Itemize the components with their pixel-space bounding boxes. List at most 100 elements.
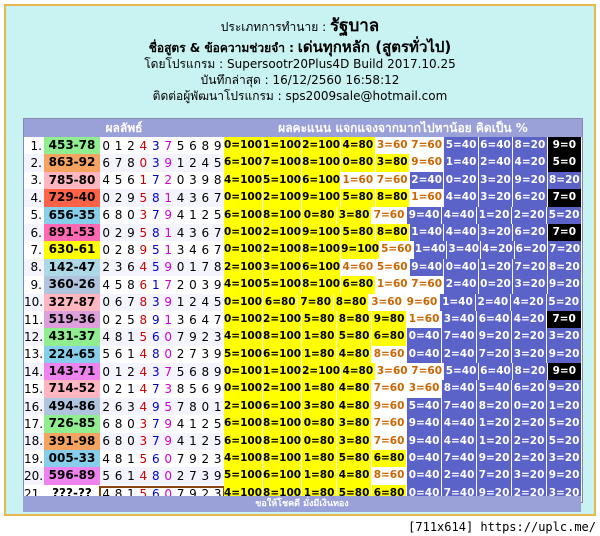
digit: 9: [213, 382, 222, 397]
score-cell: 2=20: [512, 432, 547, 451]
digit: 8: [139, 312, 148, 327]
score-cell: 8=20: [547, 171, 582, 190]
digit: 7: [164, 364, 172, 379]
score-cell: 0=40: [407, 467, 442, 485]
score-cell: 0=100: [224, 189, 263, 207]
digit-sequence: 4815607923: [100, 330, 224, 344]
table-row: 12. 431-37 4 8 1 5 6 0 7 9 2 3 4=100 8=100 1=80 5=80 6=8…: [24, 328, 582, 346]
digit: 0: [176, 260, 185, 275]
digit: 4: [176, 190, 185, 205]
score-cell: 8=40: [442, 380, 477, 398]
digit: 7: [213, 243, 222, 258]
digit: 0: [189, 277, 197, 292]
score-cell: 5=100: [224, 345, 263, 364]
digit: 9: [213, 138, 222, 153]
score-cell: 2=20: [512, 328, 547, 346]
score-list: 4=100 5=100 8=100 6=80 1=60 7=60 2=40 0=20 3=20 9…: [224, 276, 582, 294]
digit: 1: [176, 156, 185, 171]
score-cell: 9=80: [372, 310, 407, 329]
score-cell: 0=20: [444, 171, 478, 190]
digit: 3: [151, 364, 160, 379]
score-cell: 4=20: [513, 154, 547, 172]
score-list: 0=100 6=80 7=80 8=80 3=60 9=60 1=40 2=40 4=20 5=2…: [224, 293, 582, 311]
digit: 2: [102, 260, 111, 275]
score-cell: 7=80: [298, 293, 333, 311]
digit: 3: [189, 190, 197, 205]
score-cell: 5=100: [224, 467, 263, 485]
report-header: ประเภทการทำนาย : รัฐบาล ชื่อสูตร & ข้อคว…: [6, 18, 594, 104]
row-number: 10.: [24, 295, 44, 310]
digit: 8: [189, 399, 197, 414]
digit: 6: [151, 329, 160, 344]
score-cell: 0=100: [224, 380, 263, 398]
digit: 6: [151, 451, 160, 466]
score-list: 4=100 8=100 1=80 5=80 6=80 0=40 7=40 9=20 2=20 3=…: [224, 328, 582, 346]
row-number: 5.: [30, 208, 42, 223]
digit: 3: [139, 208, 148, 223]
table-row: 7. 630-61 0 2 8 9 5 1 3 4 6 7 0=100 2=100 8=100 9=100 5=…: [24, 241, 582, 259]
score-cell: 4=80: [341, 363, 375, 381]
score-cell: 4=60: [341, 258, 375, 277]
score-cell: 4=40: [442, 415, 477, 433]
score-cell: 1=20: [547, 397, 582, 416]
digit: 7: [151, 434, 160, 449]
table-row: 14. 143-71 0 1 2 4 3 7 5 6 8 9 0=100 1=100 2=100 4=80 3=…: [24, 363, 582, 381]
score-list: 0=100 2=100 1=80 4=80 7=60 3=60 8=40 5=40 6=20 9=…: [224, 380, 582, 398]
digit: 1: [164, 225, 172, 240]
score-cell: 5=100: [263, 276, 302, 294]
digit: 2: [114, 190, 123, 205]
score-cell: 8=100: [263, 450, 302, 468]
result-code: 431-37: [44, 328, 100, 346]
score-cell: 3=20: [512, 345, 547, 364]
row-number: 15.: [24, 382, 44, 397]
digit: 2: [114, 382, 123, 397]
row-number: 13.: [24, 347, 44, 362]
score-cell: 4=40: [442, 432, 477, 451]
score-cell: 6=100: [302, 258, 341, 277]
result-code: 453-78: [44, 137, 100, 155]
score-cell: 0=40: [407, 345, 442, 364]
score-cell: 6=80: [341, 276, 375, 294]
digit: 5: [213, 156, 222, 171]
score-cell: 7=60: [372, 206, 407, 224]
digit: 9: [164, 434, 172, 449]
digit: 0: [164, 451, 172, 466]
table-row: 15. 714-52 0 2 1 4 7 3 8 5 6 9 0=100 2=100 1=80 4=80 7=6…: [24, 380, 582, 398]
row-number: 16.: [24, 399, 44, 414]
score-cell: 1=80: [302, 380, 337, 398]
table-row: 8. 142-47 2 3 6 4 5 9 0 1 7 8 2=100 3=100 6=100 4=60 5=6…: [24, 258, 582, 277]
program-line: โดยโปรแกรม : Supersootr20Plus4D Build 20…: [144, 57, 456, 71]
score-cell: 9=0: [547, 137, 582, 155]
score-cell: 4=80: [337, 397, 372, 416]
row-number: 3.: [30, 173, 42, 188]
score-cell: 9=20: [547, 276, 582, 294]
digit: 5: [127, 312, 135, 327]
score-cell: 8=20: [513, 137, 547, 155]
score-cell: 8=80: [337, 310, 372, 329]
digit: 0: [139, 156, 148, 171]
score-cell: 8=100: [302, 241, 341, 259]
score-cell: 4=80: [337, 345, 372, 364]
digit: 3: [213, 451, 222, 466]
table-row: 10. 327-87 0 6 7 8 3 9 1 2 4 5 0=100 6=80 7=80 8=80 3=60…: [24, 293, 582, 311]
digit: 5: [114, 277, 123, 292]
digit: 0: [102, 225, 111, 240]
digit: 9: [151, 399, 160, 414]
digit: 9: [139, 243, 148, 258]
score-cell: 3=20: [513, 276, 547, 294]
table-row: 18. 391-98 6 8 0 3 7 9 4 1 2 5 6=100 8=100 0=80 3=80 7=6…: [24, 432, 582, 451]
score-cell: 3=80: [375, 154, 409, 172]
score-cell: 1=60: [375, 276, 409, 294]
digit: 4: [176, 208, 185, 223]
digit: 6: [139, 277, 148, 292]
score-cell: 3=100: [263, 258, 302, 277]
digit: 7: [213, 225, 222, 240]
score-cell: 2=40: [475, 293, 511, 311]
result-code: 224-65: [44, 345, 100, 364]
score-cell: 9=20: [547, 345, 582, 364]
score-cell: 0=100: [224, 241, 263, 259]
score-cell: 9=20: [477, 450, 512, 468]
score-cell: 7=20: [548, 241, 581, 259]
digit: 4: [102, 329, 111, 344]
score-cell: 4=40: [444, 223, 478, 242]
